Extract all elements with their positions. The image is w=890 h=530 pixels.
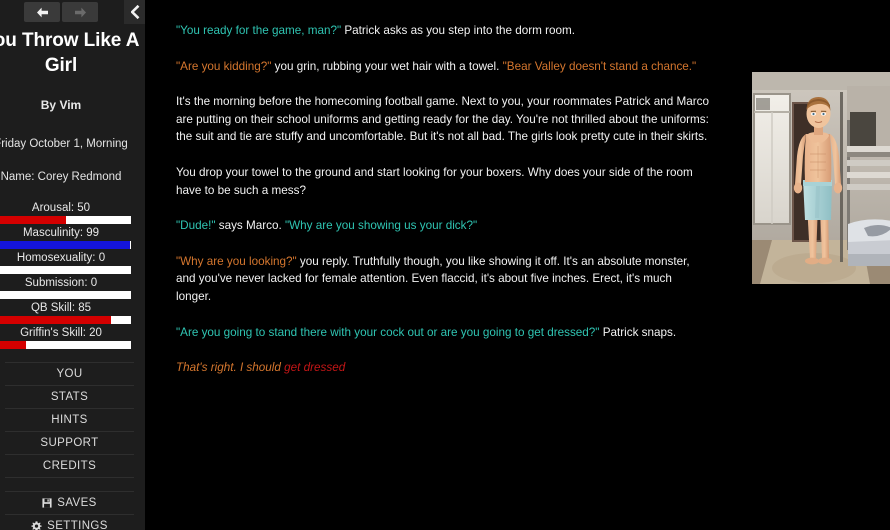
stat-bar-homosexuality — [0, 266, 131, 274]
forward-button[interactable] — [62, 2, 98, 22]
sidebar-menu-primary: YOU STATS HINTS SUPPORT CREDITS — [5, 362, 134, 478]
stat-label-qb-skill: QB Skill: 85 — [30, 302, 92, 314]
menu-item-credits[interactable]: CREDITS — [5, 455, 134, 478]
npc-dialogue: "You ready for the game, man?" — [176, 24, 342, 37]
passage-choice-line: That's right. I should get dressed — [176, 359, 710, 377]
game-author: By Vim — [40, 98, 82, 112]
menu-item-support[interactable]: SUPPORT — [5, 432, 134, 455]
choice-prefix: That's right. I should — [176, 361, 285, 375]
dorm-room-artwork — [752, 72, 890, 284]
passage-paragraph-3: It's the morning before the homecoming f… — [176, 95, 709, 144]
chevron-left-icon — [130, 5, 139, 19]
stat-row: QB Skill: 85 — [0, 301, 145, 324]
narration: says Marco. — [215, 219, 285, 233]
narration: Patrick snaps. — [599, 325, 677, 339]
narration: you grin, rubbing your wet hair with a t… — [271, 59, 503, 73]
story-passage: "You ready for the game, man?" Patrick a… — [176, 22, 710, 377]
npc-dialogue: "Are you going to stand there with your … — [176, 325, 600, 339]
sidebar-nav-bar — [0, 0, 145, 24]
menu-item-label: SETTINGS — [47, 519, 108, 530]
stat-label-homosexuality: Homosexuality: 0 — [16, 252, 106, 264]
passage-paragraph-6: "Why are you looking?" you reply. Truthf… — [176, 253, 710, 306]
stat-bar-griffins-skill — [0, 341, 131, 349]
menu-item-hints[interactable]: HINTS — [5, 409, 134, 432]
stat-row: Homosexuality: 0 — [0, 251, 145, 274]
floppy-disk-icon — [42, 498, 52, 508]
stat-bar-qb-skill — [0, 316, 131, 324]
collapse-sidebar-button[interactable] — [124, 0, 145, 24]
game-title: You Throw Like A Girl — [0, 30, 140, 76]
sidebar: You Throw Like A Girl By Vim Friday Octo… — [0, 0, 145, 530]
stat-bar-submission — [0, 291, 131, 299]
stat-label-submission: Submission: 0 — [24, 277, 98, 289]
back-arrow-icon — [36, 7, 48, 17]
stat-bar-fill — [0, 241, 130, 249]
stat-row: Arousal: 50 — [0, 201, 145, 224]
sidebar-menu-secondary: SAVES SETTINGS RESTART — [5, 491, 134, 530]
passage-paragraph-7: "Are you going to stand there with your … — [176, 324, 710, 342]
menu-item-settings[interactable]: SETTINGS — [5, 515, 134, 530]
forward-arrow-icon — [74, 7, 86, 17]
npc-dialogue: "Dude!" — [176, 219, 216, 233]
stat-bar-masculinity — [0, 241, 131, 249]
stat-row: Masculinity: 99 — [0, 226, 145, 249]
pc-dialogue: "Are you kidding?" — [176, 59, 272, 73]
in-game-datetime: Friday October 1, Morning — [0, 138, 128, 150]
pc-dialogue: "Why are you looking?" — [176, 254, 297, 268]
stat-row: Griffin's Skill: 20 — [0, 326, 145, 349]
pc-dialogue: "Bear Valley doesn't stand a chance." — [502, 59, 697, 73]
menu-item-label: SAVES — [57, 496, 97, 509]
choice-link-get-dressed[interactable]: get dressed — [284, 361, 345, 374]
stat-label-masculinity: Masculinity: 99 — [22, 227, 100, 239]
npc-dialogue: "Why are you showing us your dick?" — [285, 219, 478, 233]
stat-bar-fill — [0, 316, 112, 324]
stat-bar-fill — [0, 216, 66, 224]
stat-list: Arousal: 50 Masculinity: 99 Homosexualit… — [0, 201, 145, 349]
back-button[interactable] — [24, 2, 60, 22]
passage-paragraph-2: "Are you kidding?" you grin, rubbing you… — [176, 58, 710, 76]
menu-item-you[interactable]: YOU — [5, 363, 134, 386]
stat-label-arousal: Arousal: 50 — [31, 202, 91, 214]
narration: Patrick asks as you step into the dorm r… — [341, 24, 575, 37]
character-name: Name: Corey Redmond — [0, 171, 122, 183]
game-window: You Throw Like A Girl By Vim Friday Octo… — [0, 0, 890, 530]
scene-illustration — [752, 72, 890, 284]
stat-bar-fill — [0, 341, 27, 349]
passage-paragraph-1: "You ready for the game, man?" Patrick a… — [176, 22, 710, 40]
main-content: "You ready for the game, man?" Patrick a… — [145, 0, 890, 530]
stat-bar-arousal — [0, 216, 131, 224]
stat-label-griffins-skill: Griffin's Skill: 20 — [20, 327, 102, 339]
gear-icon — [31, 520, 42, 530]
stat-row: Submission: 0 — [0, 276, 145, 299]
menu-item-saves[interactable]: SAVES — [5, 492, 134, 515]
passage-paragraph-4: You drop your towel to the ground and st… — [176, 165, 693, 197]
passage-paragraph-5: "Dude!" says Marco. "Why are you showing… — [176, 217, 710, 235]
menu-item-stats[interactable]: STATS — [5, 386, 134, 409]
